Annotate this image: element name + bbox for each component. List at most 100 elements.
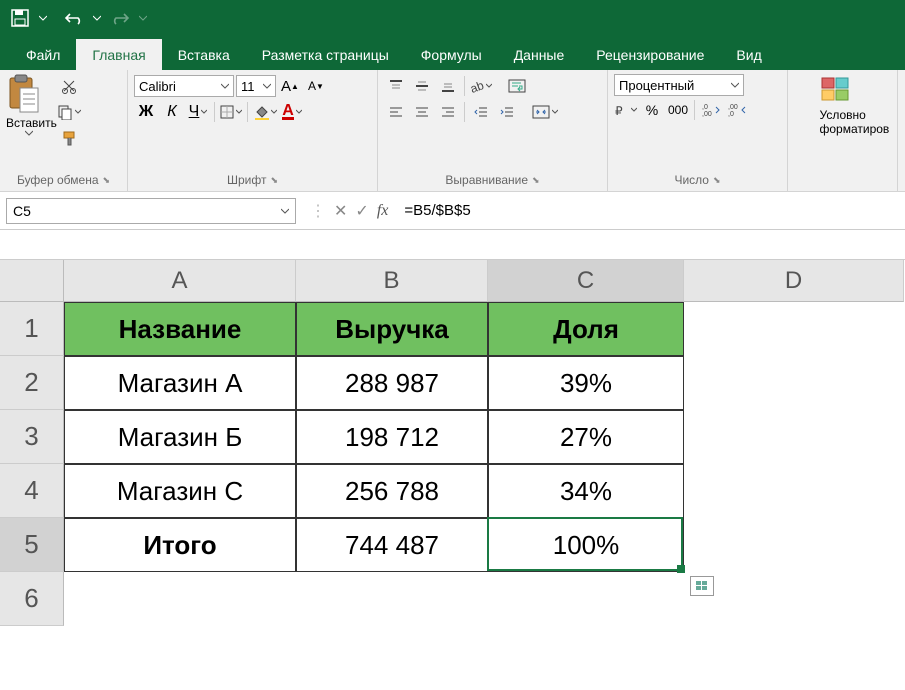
confirm-formula-button[interactable]: ✓ (355, 201, 368, 221)
select-all-corner[interactable] (0, 260, 64, 302)
svg-text:,00: ,00 (702, 111, 712, 117)
number-launcher[interactable]: ⬊ (713, 175, 721, 186)
cell-A3[interactable]: Магазин Б (64, 410, 296, 464)
font-group-label: Шрифт (227, 173, 266, 187)
cell-C5[interactable]: 100% (488, 518, 684, 572)
fill-color-button[interactable] (252, 100, 278, 124)
italic-button[interactable]: К (160, 100, 184, 124)
cell-A4[interactable]: Магазин С (64, 464, 296, 518)
cell-A2[interactable]: Магазин А (64, 356, 296, 410)
cell-C2[interactable]: 39% (488, 356, 684, 410)
conditional-formatting-button[interactable]: Условно форматиров (820, 74, 866, 136)
conditional-format-icon (820, 74, 866, 106)
cell-B2[interactable]: 288 987 (296, 356, 488, 410)
cut-button[interactable] (56, 74, 82, 98)
number-format-combo[interactable]: Процентный (614, 74, 744, 96)
redo-caret (136, 2, 150, 34)
font-launcher[interactable]: ⬊ (270, 175, 278, 186)
font-color-button[interactable]: А (280, 100, 304, 124)
align-left-button[interactable] (384, 100, 408, 124)
column-header-B[interactable]: B (296, 260, 488, 302)
formula-input[interactable]: =B5/$B$5 (396, 202, 905, 219)
row-header-6[interactable]: 6 (0, 572, 64, 626)
save-button[interactable] (4, 2, 36, 34)
column-header-A[interactable]: A (64, 260, 296, 302)
row-header-4[interactable]: 4 (0, 464, 64, 518)
svg-text:,00: ,00 (728, 104, 738, 111)
decrease-indent-button[interactable] (469, 100, 493, 124)
cell-B4[interactable]: 256 788 (296, 464, 488, 518)
orientation-button[interactable]: ab (469, 74, 493, 98)
tab-view[interactable]: Вид (720, 39, 777, 70)
tab-review[interactable]: Рецензирование (580, 39, 720, 70)
formula-bar: C5 ⋮ ✕ ✓ fx =B5/$B$5 (0, 192, 905, 230)
increase-indent-button[interactable] (495, 100, 519, 124)
borders-button[interactable] (219, 100, 243, 124)
svg-text:,0: ,0 (728, 111, 734, 117)
underline-button[interactable]: Ч (186, 100, 210, 124)
column-header-D[interactable]: D (684, 260, 904, 302)
cancel-formula-button[interactable]: ✕ (334, 201, 347, 221)
align-right-button[interactable] (436, 100, 460, 124)
percent-format-button[interactable]: % (640, 98, 664, 122)
clipboard-group-label: Буфер обмена (17, 173, 99, 187)
name-box[interactable]: C5 (6, 198, 296, 224)
copy-button[interactable] (56, 100, 82, 124)
font-size-combo[interactable]: 11 (236, 75, 276, 97)
align-center-button[interactable] (410, 100, 434, 124)
ribbon: Вставить Буфер обмена⬊ Calibri 11 A▲ A▼ … (0, 70, 905, 192)
row-header-2[interactable]: 2 (0, 356, 64, 410)
tab-layout[interactable]: Разметка страницы (246, 39, 405, 70)
undo-caret[interactable] (90, 2, 104, 34)
decrease-font-button[interactable]: A▼ (304, 74, 328, 98)
alignment-group-label: Выравнивание (445, 173, 528, 187)
tab-formulas[interactable]: Формулы (405, 39, 498, 70)
tab-insert[interactable]: Вставка (162, 39, 246, 70)
number-group-label: Число (674, 173, 709, 187)
tab-data[interactable]: Данные (498, 39, 581, 70)
cell-B3[interactable]: 198 712 (296, 410, 488, 464)
row-header-5[interactable]: 5 (0, 518, 64, 572)
spreadsheet-grid[interactable]: ABCD 123456 НазваниеВыручкаДоля Магазин А… (0, 260, 905, 690)
cell-A1[interactable]: Название (64, 302, 296, 356)
quick-access-toolbar (0, 0, 905, 36)
format-painter-button[interactable] (56, 126, 82, 150)
merge-center-button[interactable] (531, 100, 559, 124)
row-header-3[interactable]: 3 (0, 410, 64, 464)
grip-icon: ⋮ (310, 201, 326, 221)
insert-function-button[interactable]: fx (377, 202, 389, 220)
autofill-options-button[interactable] (690, 576, 714, 596)
clipboard-icon (6, 74, 52, 114)
align-top-button[interactable] (384, 74, 408, 98)
cell-C1[interactable]: Доля (488, 302, 684, 356)
svg-text:₽: ₽ (615, 104, 623, 117)
cell-C3[interactable]: 27% (488, 410, 684, 464)
wrap-text-button[interactable] (505, 74, 529, 98)
font-name-combo[interactable]: Calibri (134, 75, 234, 97)
tab-home[interactable]: Главная (76, 39, 161, 70)
svg-text:,0: ,0 (702, 104, 708, 111)
redo-button (104, 2, 136, 34)
cell-C4[interactable]: 34% (488, 464, 684, 518)
increase-decimal-button[interactable]: ,0,00 (699, 98, 723, 122)
decrease-decimal-button[interactable]: ,00,0 (725, 98, 749, 122)
alignment-launcher[interactable]: ⬊ (532, 175, 540, 186)
comma-format-button[interactable]: 000 (666, 98, 690, 122)
row-header-1[interactable]: 1 (0, 302, 64, 356)
increase-font-button[interactable]: A▲ (278, 74, 302, 98)
cell-B5[interactable]: 744 487 (296, 518, 488, 572)
tab-file[interactable]: Файл (10, 39, 76, 70)
align-middle-button[interactable] (410, 74, 434, 98)
cell-B1[interactable]: Выручка (296, 302, 488, 356)
clipboard-launcher[interactable]: ⬊ (103, 175, 111, 186)
accounting-format-button[interactable]: ₽ (614, 98, 638, 122)
ribbon-tabs: Файл Главная Вставка Разметка страницы Ф… (0, 36, 905, 70)
align-bottom-button[interactable] (436, 74, 460, 98)
cell-A5[interactable]: Итого (64, 518, 296, 572)
qat-customize-caret[interactable] (36, 2, 50, 34)
undo-button[interactable] (58, 2, 90, 34)
column-header-C[interactable]: C (488, 260, 684, 302)
paste-button[interactable]: Вставить (6, 74, 52, 136)
bold-button[interactable]: Ж (134, 100, 158, 124)
svg-text:ab: ab (470, 79, 484, 93)
